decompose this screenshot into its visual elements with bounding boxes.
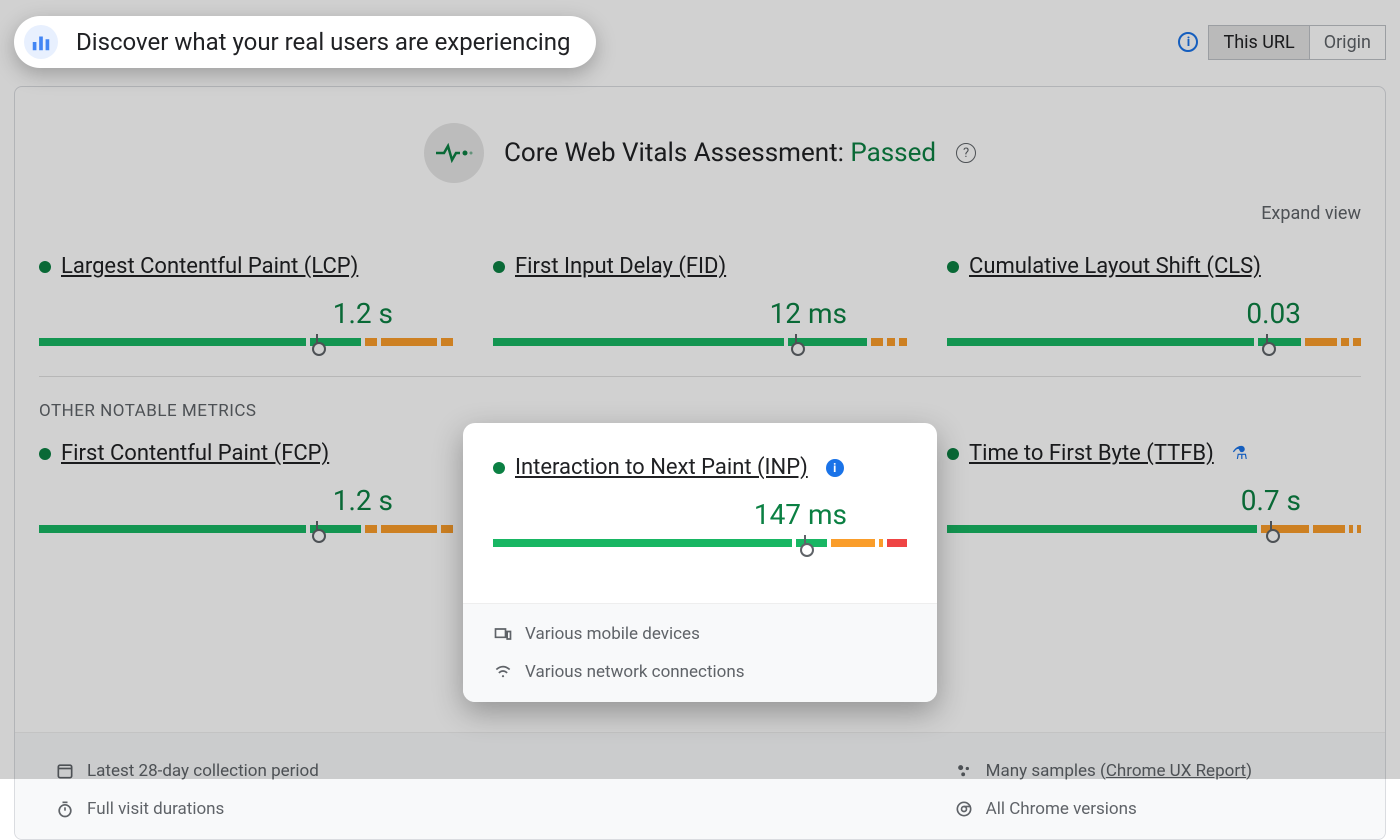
metric-name-link[interactable]: Cumulative Layout Shift (CLS) — [969, 254, 1261, 279]
assessment-text: Core Web Vitals Assessment: Passed — [504, 138, 936, 168]
metric-name-link[interactable]: Interaction to Next Paint (INP) — [515, 455, 808, 480]
scope-toggle: This URL Origin — [1208, 25, 1386, 60]
footer-devices: Various mobile devices — [493, 624, 907, 644]
crux-link[interactable]: Chrome UX Report — [1106, 761, 1246, 781]
help-icon[interactable]: ? — [956, 143, 976, 163]
threshold-marker — [316, 521, 318, 537]
vitals-bars-icon — [24, 25, 58, 59]
calendar-icon — [55, 761, 75, 781]
threshold-marker — [804, 535, 806, 551]
metric-value: 147 ms — [493, 480, 907, 539]
expand-view-link[interactable]: Expand view — [1261, 203, 1361, 224]
assessment-pulse-icon — [424, 123, 484, 183]
status-dot-good — [493, 462, 505, 474]
toggle-origin[interactable]: Origin — [1309, 26, 1385, 59]
inp-info-icon[interactable]: i — [826, 459, 844, 477]
distribution-bar — [947, 338, 1361, 346]
distribution-bar — [947, 525, 1361, 533]
inp-highlight-card: Interaction to Next Paint (INP) i 147 ms V… — [463, 423, 937, 702]
metric-value: 0.7 s — [947, 466, 1361, 525]
header-pill: Discover what your real users are experi… — [14, 16, 596, 68]
samples-icon — [954, 761, 974, 781]
metric-value: 12 ms — [493, 279, 907, 338]
metric-value: 1.2 s — [39, 466, 453, 525]
footer-versions: All Chrome versions — [954, 799, 1363, 819]
distribution-bar — [493, 539, 907, 547]
footer-period: Latest 28-day collection period — [55, 761, 464, 781]
status-dot-good — [493, 261, 505, 273]
core-metric: Cumulative Layout Shift (CLS)0.03 — [947, 254, 1361, 346]
threshold-marker — [1270, 521, 1272, 537]
threshold-marker — [316, 334, 318, 350]
chrome-icon — [954, 799, 974, 819]
threshold-marker — [795, 334, 797, 350]
metric-name-link[interactable]: First Contentful Paint (FCP) — [61, 441, 329, 466]
status-dot-good — [947, 261, 959, 273]
experimental-icon[interactable]: ⚗ — [1232, 443, 1248, 464]
metric-name-link[interactable]: Time to First Byte (TTFB) — [969, 441, 1214, 466]
distribution-bar — [493, 338, 907, 346]
threshold-marker — [1266, 334, 1268, 350]
metric-name-link[interactable]: Largest Contentful Paint (LCP) — [61, 254, 358, 279]
footer-samples: Many samples (Chrome UX Report) — [954, 761, 1363, 781]
info-icon[interactable]: i — [1178, 32, 1198, 52]
status-dot-good — [947, 448, 959, 460]
distribution-bar — [39, 338, 453, 346]
core-metric: Largest Contentful Paint (LCP)1.2 s — [39, 254, 453, 346]
metric-value: 1.2 s — [39, 279, 453, 338]
wifi-icon — [493, 662, 513, 682]
status-dot-good — [39, 261, 51, 273]
vitals-card: Core Web Vitals Assessment: Passed ? Exp… — [14, 86, 1386, 840]
metric-value: 0.03 — [947, 279, 1361, 338]
header-title: Discover what your real users are experi… — [76, 28, 570, 56]
assessment-status: Passed — [850, 138, 936, 168]
metric-name-link[interactable]: First Input Delay (FID) — [515, 254, 726, 279]
distribution-bar — [39, 525, 453, 533]
status-dot-good — [39, 448, 51, 460]
toggle-this-url[interactable]: This URL — [1209, 26, 1308, 59]
footer-network: Various network connections — [493, 662, 907, 682]
stopwatch-icon — [55, 799, 75, 819]
core-metric: First Input Delay (FID)12 ms — [493, 254, 907, 346]
devices-icon — [493, 624, 513, 644]
footer-duration: Full visit durations — [55, 799, 464, 819]
